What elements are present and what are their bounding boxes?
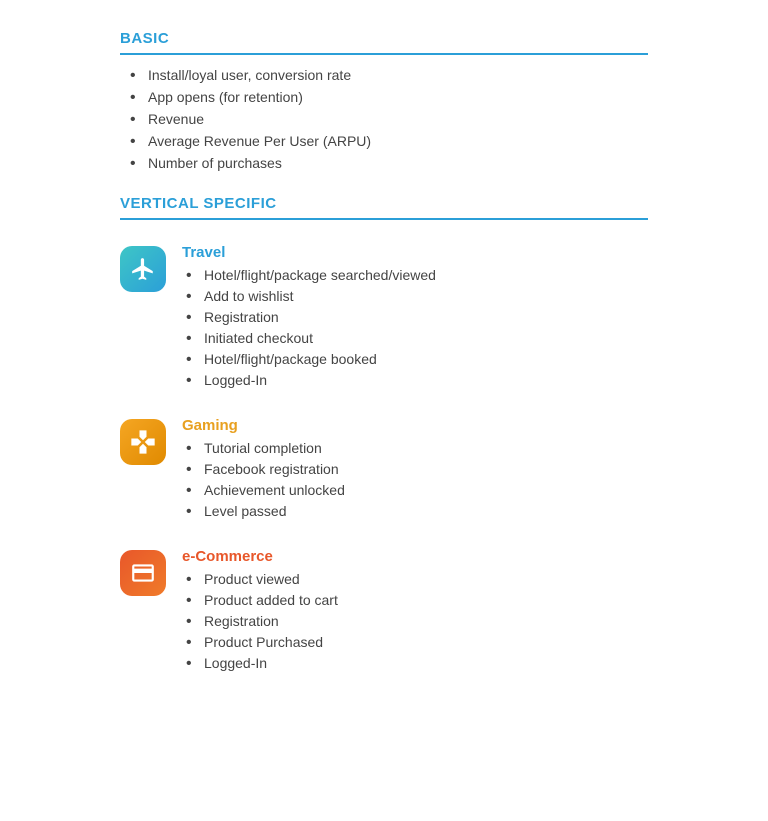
ecommerce-icon bbox=[120, 550, 166, 596]
list-item: Hotel/flight/package booked bbox=[186, 351, 648, 367]
travel-icon bbox=[120, 246, 166, 292]
list-item: Install/loyal user, conversion rate bbox=[130, 67, 648, 83]
list-item: Average Revenue Per User (ARPU) bbox=[130, 133, 648, 149]
ecommerce-list: Product viewed Product added to cart Reg… bbox=[186, 571, 648, 671]
list-item: Logged-In bbox=[186, 372, 648, 388]
list-item: Product viewed bbox=[186, 571, 648, 587]
list-item: Achievement unlocked bbox=[186, 482, 648, 498]
list-item: Add to wishlist bbox=[186, 288, 648, 304]
list-item: Logged-In bbox=[186, 655, 648, 671]
gaming-name: Gaming bbox=[182, 417, 648, 434]
ecommerce-category: e-Commerce Product viewed Product added … bbox=[120, 548, 648, 676]
list-item: Product Purchased bbox=[186, 634, 648, 650]
list-item: Hotel/flight/package searched/viewed bbox=[186, 267, 648, 283]
basic-section: BASIC Install/loyal user, conversion rat… bbox=[120, 30, 648, 171]
list-item: Registration bbox=[186, 613, 648, 629]
ecommerce-name: e-Commerce bbox=[182, 548, 648, 565]
ecommerce-content: e-Commerce Product viewed Product added … bbox=[182, 548, 648, 676]
list-item: Product added to cart bbox=[186, 592, 648, 608]
gaming-content: Gaming Tutorial completion Facebook regi… bbox=[182, 417, 648, 524]
gaming-icon bbox=[120, 419, 166, 465]
basic-title: BASIC bbox=[120, 30, 648, 55]
list-item: Registration bbox=[186, 309, 648, 325]
list-item: Tutorial completion bbox=[186, 440, 648, 456]
list-item: Number of purchases bbox=[130, 155, 648, 171]
list-item: Facebook registration bbox=[186, 461, 648, 477]
list-item: Revenue bbox=[130, 111, 648, 127]
basic-list: Install/loyal user, conversion rate App … bbox=[130, 67, 648, 171]
travel-category: Travel Hotel/flight/package searched/vie… bbox=[120, 244, 648, 393]
list-item: Level passed bbox=[186, 503, 648, 519]
list-item: Initiated checkout bbox=[186, 330, 648, 346]
gaming-category: Gaming Tutorial completion Facebook regi… bbox=[120, 417, 648, 524]
travel-content: Travel Hotel/flight/package searched/vie… bbox=[182, 244, 648, 393]
vertical-section: VERTICAL SPECIFIC Travel Hotel/flight/pa… bbox=[120, 195, 648, 676]
list-item: App opens (for retention) bbox=[130, 89, 648, 105]
gaming-list: Tutorial completion Facebook registratio… bbox=[186, 440, 648, 519]
vertical-title: VERTICAL SPECIFIC bbox=[120, 195, 648, 220]
travel-list: Hotel/flight/package searched/viewed Add… bbox=[186, 267, 648, 388]
travel-name: Travel bbox=[182, 244, 648, 261]
